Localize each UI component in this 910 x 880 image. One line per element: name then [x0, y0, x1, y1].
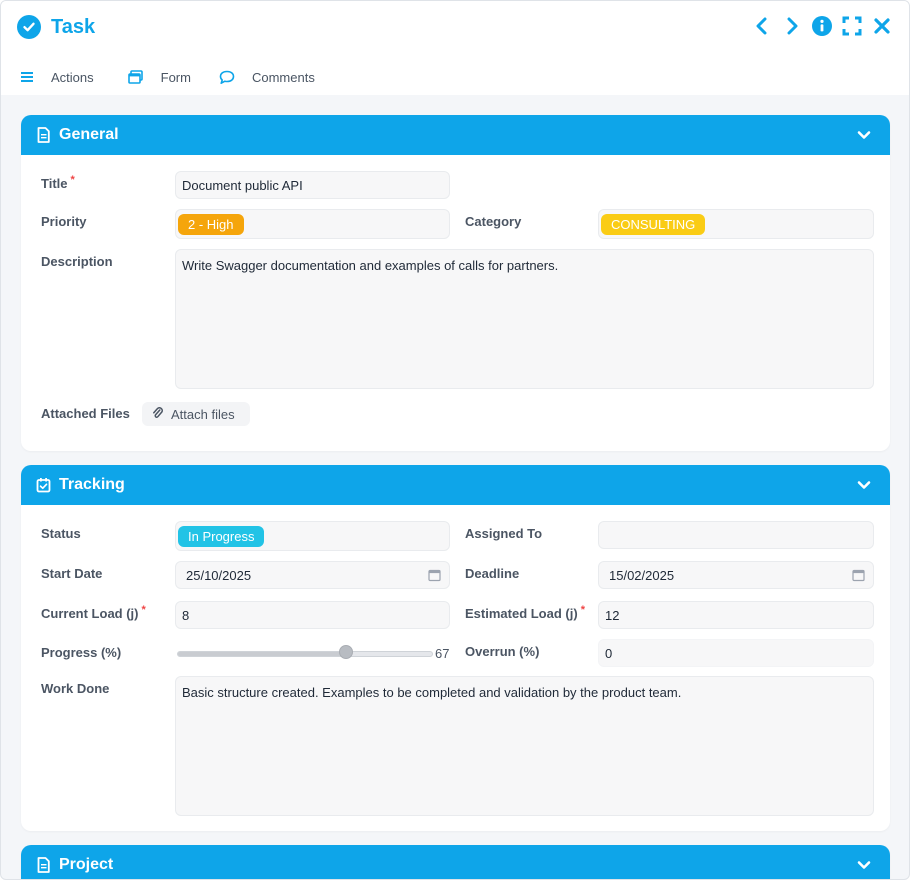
work-done-label: Work Done	[41, 681, 110, 696]
title-label-text: Title	[41, 176, 68, 191]
start-date-label: Start Date	[41, 566, 103, 581]
category-select[interactable]: CONSULTING	[598, 209, 874, 239]
menu-icon	[19, 69, 35, 85]
calendar-icon[interactable]	[428, 569, 441, 582]
deadline-value: 15/02/2025	[609, 567, 675, 583]
chevron-down-icon	[856, 857, 872, 873]
calendar-check-icon	[35, 477, 51, 493]
actions-label: Actions	[51, 69, 94, 85]
status-label: Status	[41, 526, 81, 541]
assigned-to-label: Assigned To	[465, 526, 543, 541]
start-date-input[interactable]: 25/10/2025	[175, 561, 450, 589]
general-section-title: General	[59, 126, 119, 143]
work-done-textarea[interactable]: Basic structure created. Examples to be …	[175, 676, 874, 816]
category-pill: CONSULTING	[601, 213, 706, 235]
comment-bubble-icon	[219, 69, 235, 85]
toolbar: Actions Form Comments	[19, 65, 315, 89]
required-marker: *	[141, 604, 146, 616]
overrun-input[interactable]: 0	[598, 639, 874, 667]
title-input[interactable]: Document public API	[175, 171, 450, 199]
previous-chevron-icon[interactable]	[751, 15, 773, 37]
estimated-load-value: 12	[605, 607, 620, 623]
status-pill: In Progress	[178, 525, 265, 547]
tracking-section-title: Tracking	[59, 476, 125, 493]
deadline-label: Deadline	[465, 566, 520, 581]
comments-tab[interactable]: Comments	[219, 69, 315, 85]
description-textarea[interactable]: Write Swagger documentation and examples…	[175, 249, 874, 389]
progress-slider[interactable]	[177, 645, 433, 663]
assigned-to-input[interactable]	[598, 521, 874, 549]
project-section-title: Project	[59, 856, 114, 873]
priority-pill: 2 - High	[178, 213, 244, 235]
estimated-load-label-text: Estimated Load (j)	[465, 606, 578, 621]
deadline-input[interactable]: 15/02/2025	[598, 561, 874, 589]
close-icon[interactable]	[871, 15, 893, 37]
estimated-load-label: Estimated Load (j) *	[465, 604, 585, 621]
overrun-label: Overrun (%)	[465, 644, 540, 659]
general-section-header[interactable]: General	[21, 115, 890, 155]
status-select[interactable]: In Progress	[175, 521, 450, 551]
progress-slider-track	[177, 651, 433, 657]
calendar-icon[interactable]	[852, 569, 865, 582]
form-window-icon	[128, 69, 144, 85]
document-icon	[35, 857, 51, 873]
chevron-down-icon	[856, 477, 872, 493]
form-tab[interactable]: Form	[128, 69, 191, 85]
title-label: Title *	[41, 174, 75, 191]
progress-value: 67	[435, 646, 450, 661]
title-value: Document public API	[182, 177, 303, 193]
attach-files-button[interactable]: Attach files	[142, 402, 250, 426]
attach-files-label: Attach files	[171, 406, 235, 422]
comments-label: Comments	[251, 69, 315, 85]
project-section-header[interactable]: Project	[21, 845, 890, 879]
overrun-value: 0	[605, 645, 613, 661]
progress-label: Progress (%)	[41, 645, 122, 660]
required-marker: *	[580, 604, 585, 616]
current-load-label-text: Current Load (j)	[41, 606, 139, 621]
progress-slider-fill	[178, 652, 350, 656]
task-window: Task Actions Form Comments General Title…	[0, 0, 910, 880]
required-marker: *	[70, 174, 75, 186]
start-date-value: 25/10/2025	[186, 567, 252, 583]
actions-button[interactable]: Actions	[19, 69, 94, 85]
fullscreen-icon[interactable]	[841, 15, 863, 37]
current-load-value: 8	[182, 607, 190, 623]
next-chevron-icon[interactable]	[781, 15, 803, 37]
form-label: Form	[160, 69, 191, 85]
priority-select[interactable]: 2 - High	[175, 209, 450, 239]
current-load-label: Current Load (j) *	[41, 604, 146, 621]
document-icon	[35, 127, 51, 143]
chevron-down-icon	[856, 127, 872, 143]
window-title: Task	[51, 15, 96, 38]
general-section: General Title * Document public API Prior…	[21, 115, 890, 451]
tracking-section-header[interactable]: Tracking	[21, 465, 890, 505]
work-done-value: Basic structure created. Examples to be …	[182, 685, 682, 700]
priority-label: Priority	[41, 214, 87, 229]
category-label: Category	[465, 214, 522, 229]
project-section: Project	[21, 845, 890, 879]
info-icon[interactable]	[811, 15, 833, 37]
current-load-input[interactable]: 8	[175, 601, 450, 629]
description-value: Write Swagger documentation and examples…	[182, 258, 559, 273]
estimated-load-input[interactable]: 12	[598, 601, 874, 629]
title-row: Task	[17, 13, 95, 41]
window-controls	[751, 15, 893, 37]
attached-files-label: Attached Files	[41, 406, 130, 421]
description-label: Description	[41, 254, 113, 269]
check-circle-icon	[17, 15, 41, 39]
window-header: Task Actions Form Comments	[1, 1, 909, 95]
paperclip-icon	[152, 406, 163, 423]
tracking-section: Tracking Status In Progress Assigned To …	[21, 465, 890, 831]
